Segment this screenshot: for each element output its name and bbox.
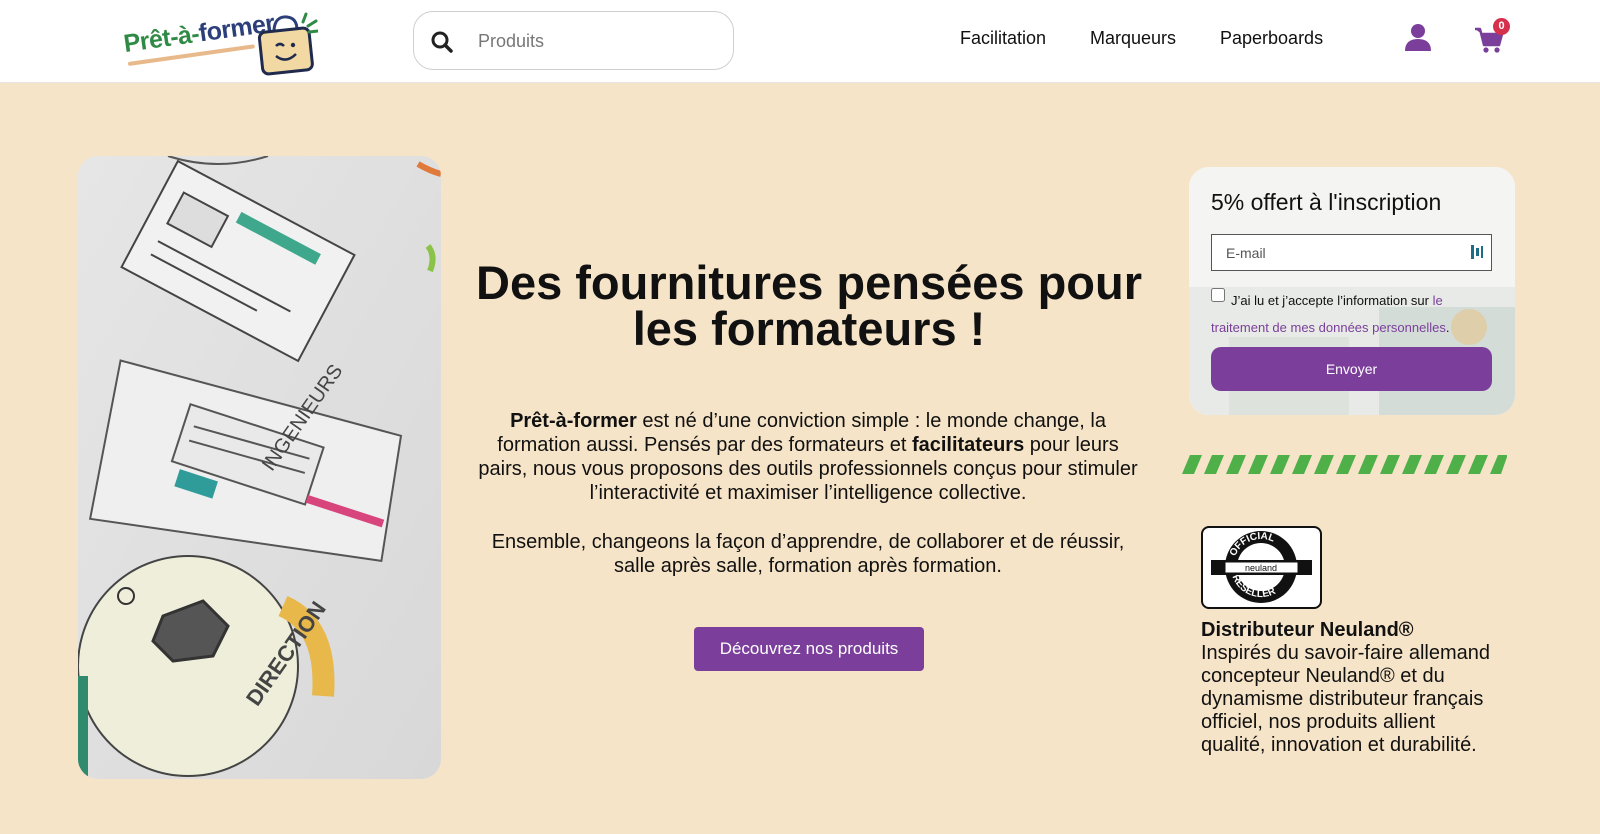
neuland-title: Distributeur Neuland®: [1201, 619, 1414, 641]
search-input[interactable]: [478, 22, 718, 60]
search-bar[interactable]: [413, 11, 734, 70]
consent-label: J’ai lu et j’accepte l’information sur l…: [1211, 293, 1450, 335]
newsletter-submit-button[interactable]: Envoyer: [1211, 347, 1492, 391]
discover-products-button[interactable]: Découvrez nos produits: [694, 627, 924, 671]
nav-link-paperboards[interactable]: Paperboards: [1220, 28, 1323, 49]
hero-title: Des fournitures pensées pour les formate…: [476, 256, 1142, 355]
hero-description: Prêt-à-former est né d’une conviction si…: [478, 410, 1138, 504]
nav-link-facilitation[interactable]: Facilitation: [960, 28, 1046, 49]
hero-image: INGENIEURS DIRECTION: [78, 156, 441, 779]
email-field[interactable]: [1211, 234, 1492, 271]
neuland-description: Inspirés du savoir-faire allemand concep…: [1201, 642, 1491, 756]
user-icon[interactable]: [1404, 23, 1432, 51]
hero-description-2: Ensemble, changeons la façon d’apprendre…: [491, 531, 1125, 577]
form-autofill-icon[interactable]: [1470, 244, 1484, 260]
shopping-bag-mascot-icon: [257, 12, 318, 76]
brand-name: Prêt-à-former: [510, 410, 637, 432]
green-stripe-divider: [1182, 455, 1507, 474]
site-logo[interactable]: Prêt-à-former: [122, 8, 321, 76]
newsletter-title: 5% offert à l'inscription: [1211, 189, 1442, 215]
site-header: Prêt-à-former Facilitation Marqueurs Pap…: [0, 0, 1600, 83]
search-icon[interactable]: [430, 30, 454, 54]
cart-count-badge: 0: [1493, 18, 1510, 35]
svg-text:neuland: neuland: [1245, 563, 1277, 573]
newsletter-card: 5% offert à l'inscription J’ai lu et j’a…: [1189, 167, 1515, 415]
nav-link-marqueurs[interactable]: Marqueurs: [1090, 28, 1176, 49]
neuland-official-reseller-badge: OFFICIAL RESELLER neuland: [1201, 526, 1322, 609]
whiteboard-drawing-image: INGENIEURS DIRECTION: [78, 156, 441, 779]
